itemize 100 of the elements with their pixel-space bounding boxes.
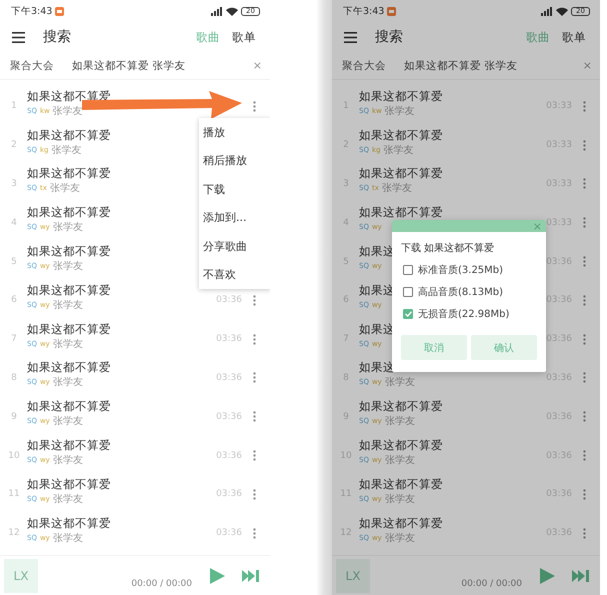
song-title: 如果这都不算爱 [359, 128, 443, 143]
track-number: 7 [11, 334, 17, 344]
more-icon[interactable] [582, 178, 586, 190]
notification-icon [387, 6, 396, 16]
menu-item[interactable]: 不喜欢 [199, 260, 270, 289]
artist-name: 张学友 [52, 376, 83, 390]
artist-name: 张学友 [52, 338, 83, 351]
checkbox[interactable] [403, 309, 413, 319]
artist-name: 张学友 [52, 532, 83, 545]
track-number: 11 [8, 489, 20, 500]
more-icon[interactable] [582, 140, 586, 151]
playback-time: 00:00 / 00:00 [460, 579, 522, 589]
artist-name: 张学友 [52, 454, 83, 468]
more-icon[interactable] [582, 528, 586, 539]
song-title: 如果这都不算爱 [359, 476, 443, 492]
track-number: 8 [11, 372, 17, 383]
status-time: 下午3:43 [343, 4, 384, 18]
checkbox[interactable] [403, 265, 413, 275]
artist-name: 张学友 [51, 144, 82, 157]
signal-icon [541, 6, 553, 16]
more-icon[interactable] [582, 488, 586, 500]
more-icon[interactable] [252, 100, 256, 112]
next-icon[interactable] [242, 568, 262, 582]
artist-name: 张学友 [52, 298, 83, 312]
search-field[interactable]: 如果这都不算爱 张学友 [404, 58, 583, 72]
more-icon[interactable] [252, 450, 256, 462]
next-icon[interactable] [572, 568, 592, 582]
wifi-icon [556, 6, 568, 16]
artist-name: 张学友 [52, 104, 83, 118]
artist-name: 张学友 [382, 182, 412, 196]
artist-name: 张学友 [52, 260, 83, 274]
song-title: 如果这都不算爱 [359, 516, 443, 531]
song-title: 如果这都不算爱 [27, 282, 111, 298]
song-title: 如果这都不算爱 [359, 88, 443, 104]
track-number: 9 [11, 412, 17, 422]
menu-icon[interactable] [12, 32, 25, 42]
checkbox[interactable] [403, 287, 413, 297]
artist-name: 张学友 [52, 415, 83, 428]
menu-item[interactable]: 添加到... [199, 204, 270, 232]
tab[interactable]: 歌单 [556, 26, 592, 48]
more-icon[interactable] [582, 450, 586, 462]
more-icon[interactable] [582, 372, 586, 384]
search-field[interactable]: 如果这都不算爱 张学友 [72, 58, 253, 72]
more-icon[interactable] [252, 488, 256, 500]
signal-icon [211, 6, 223, 16]
song-title: 如果这都不算爱 [359, 166, 443, 182]
menu-item[interactable]: 稍后播放 [199, 146, 270, 175]
option-label: 标准音质(3.25Mb) [418, 264, 504, 277]
source-selector[interactable]: 聚合大会 [10, 58, 54, 72]
more-icon[interactable] [252, 334, 256, 345]
more-icon[interactable] [582, 256, 586, 268]
more-icon[interactable] [582, 334, 586, 345]
page-title: 搜索 [43, 28, 72, 46]
source-selector[interactable]: 聚合大会 [342, 58, 386, 72]
song-title: 如果这都不算爱 [27, 128, 111, 143]
artist-name: 张学友 [384, 454, 415, 468]
track-number: 4 [11, 218, 17, 228]
more-icon[interactable] [252, 411, 256, 422]
album-cover: LX [336, 558, 370, 592]
menu-item[interactable]: 播放 [199, 118, 270, 146]
song-title: 如果这都不算爱 [359, 399, 443, 414]
artist-name: 张学友 [52, 492, 83, 506]
menu-item[interactable]: 分享歌曲 [199, 232, 270, 260]
song-title: 如果这都不算爱 [27, 399, 111, 414]
menu-item[interactable]: 下载 [199, 175, 270, 204]
song-title: 如果这都不算爱 [27, 205, 111, 220]
more-icon[interactable] [252, 294, 256, 306]
album-cover: LX [4, 558, 38, 592]
play-icon[interactable] [208, 566, 226, 584]
song-title: 如果这都不算爱 [359, 205, 443, 220]
artist-name: 张学友 [384, 492, 415, 506]
option-label: 高品音质(8.13Mb) [418, 286, 504, 299]
more-icon[interactable] [582, 294, 586, 306]
dialog-title: 下载 如果这都不算爱 [401, 242, 496, 255]
song-title: 如果这都不算爱 [27, 360, 111, 376]
option-label: 无损音质(22.98Mb) [418, 308, 510, 321]
track-number: 1 [11, 101, 17, 112]
song-title: 如果这都不算爱 [27, 438, 111, 454]
song-title: 如果这都不算爱 [27, 476, 111, 492]
more-icon[interactable] [252, 528, 256, 539]
more-icon[interactable] [582, 411, 586, 422]
page-title: 搜索 [375, 28, 404, 46]
more-icon[interactable] [582, 100, 586, 112]
song-title: 如果这都不算爱 [359, 438, 443, 454]
playback-time: 00:00 / 00:00 [130, 579, 192, 589]
more-icon[interactable] [252, 372, 256, 384]
song-title: 如果这都不算爱 [27, 322, 111, 337]
artist-name: 张学友 [383, 144, 414, 157]
track-number: 12 [8, 528, 20, 538]
menu-icon[interactable] [344, 32, 357, 42]
artist-name: 张学友 [50, 182, 80, 196]
tab[interactable]: 歌单 [226, 26, 262, 48]
track-number: 6 [11, 295, 17, 306]
artist-name: 张学友 [384, 376, 415, 390]
song-title: 如果这都不算爱 [27, 244, 111, 260]
track-number: 3 [11, 178, 17, 189]
song-title: 如果这都不算爱 [27, 166, 111, 182]
status-time: 下午3:43 [11, 4, 52, 18]
play-icon[interactable] [538, 566, 556, 584]
more-icon[interactable] [582, 217, 586, 228]
